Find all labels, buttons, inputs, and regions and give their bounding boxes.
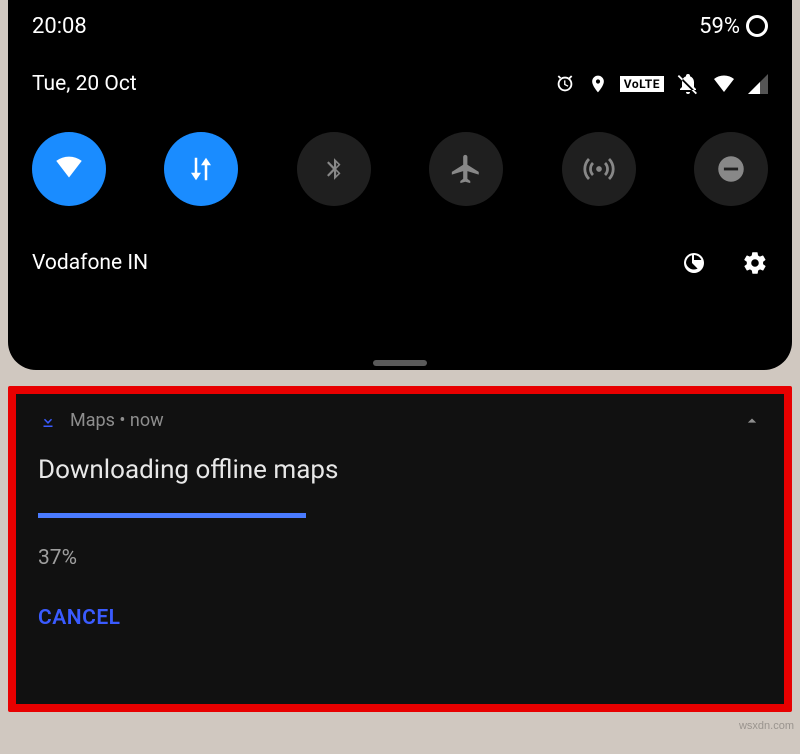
progress-percent-text: 37% [38, 546, 762, 570]
progress-track [38, 513, 762, 518]
qs-tile-bluetooth[interactable] [297, 132, 371, 206]
collapse-chevron-icon[interactable] [742, 411, 762, 431]
qs-tile-mobile-data[interactable] [164, 132, 238, 206]
status-icons: VoLTE [554, 72, 768, 96]
notification-card[interactable]: Maps • now Downloading offline maps 37% … [16, 394, 784, 704]
battery-percent: 59% [699, 14, 740, 39]
qs-tile-wifi[interactable] [32, 132, 106, 206]
notification-sep: • [115, 410, 130, 431]
date-text: Tue, 20 Oct [32, 72, 137, 96]
qs-tile-airplane[interactable] [429, 132, 503, 206]
notification-header: Maps • now [38, 410, 762, 431]
data-usage-icon[interactable] [682, 251, 706, 275]
status-bar: 20:08 59% [32, 0, 768, 52]
settings-gear-icon[interactable] [742, 250, 768, 276]
quick-settings-panel: 20:08 59% Tue, 20 Oct VoLTE [8, 0, 792, 370]
notification-highlight-frame: Maps • now Downloading offline maps 37% … [8, 386, 792, 712]
wifi-signal-icon [712, 74, 736, 94]
qs-tile-dnd[interactable] [694, 132, 768, 206]
status-right: 59% [699, 14, 768, 39]
notification-time: now [130, 410, 164, 431]
volte-badge: VoLTE [620, 76, 664, 92]
qs-footer: Vodafone IN [32, 250, 768, 276]
battery-ring-icon [746, 15, 768, 37]
quick-settings-tiles [32, 132, 768, 206]
status-time: 20:08 [32, 14, 87, 39]
qs-tile-hotspot[interactable] [562, 132, 636, 206]
cancel-button[interactable]: CANCEL [38, 606, 121, 630]
download-app-icon [38, 411, 58, 431]
location-icon [588, 73, 608, 95]
qs-footer-icons [682, 250, 768, 276]
watermark: wsxdn.com [739, 720, 794, 732]
notification-title: Downloading offline maps [38, 455, 762, 485]
date-row: Tue, 20 Oct VoLTE [32, 72, 768, 96]
cell-signal-icon [748, 74, 768, 94]
alarm-icon [554, 73, 576, 95]
mute-icon [676, 72, 700, 96]
notification-app-name: Maps [70, 410, 115, 431]
progress-bar [38, 513, 306, 518]
carrier-label: Vodafone IN [32, 251, 148, 275]
drag-handle[interactable] [373, 360, 427, 366]
